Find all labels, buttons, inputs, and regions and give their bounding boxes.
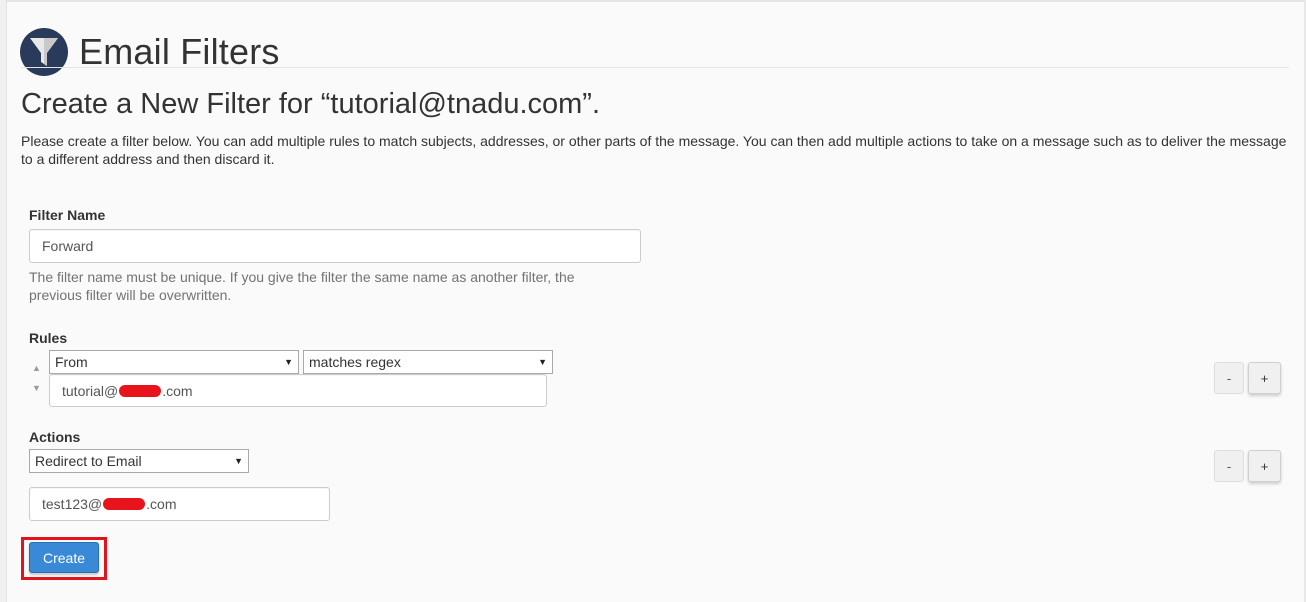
top-border [0,0,1306,2]
action-type-value: Redirect to Email [35,453,142,469]
header-divider [21,67,1289,68]
remove-rule-button[interactable]: - [1214,362,1244,394]
funnel-icon [20,28,68,77]
rules-label: Rules [29,330,68,346]
minus-icon: - [1226,370,1232,386]
left-sidebar-edge [0,0,7,602]
action-type-select[interactable]: Redirect to Email ▼ [29,449,249,473]
page-title: Email Filters [79,31,280,73]
rule-value-prefix: tutorial@ [62,382,119,399]
add-action-button[interactable]: + [1248,450,1281,482]
filter-name-help: The filter name must be unique. If you g… [29,269,575,303]
action-value-suffix: .com [146,496,177,512]
triangle-up-icon[interactable]: ▲ [32,363,41,373]
filter-name-value: Forward [42,238,94,254]
action-value-input[interactable]: test123@ .com [29,487,330,521]
action-value-prefix: test123@ [42,496,103,512]
add-rule-button[interactable]: + [1248,362,1281,394]
create-button-label: Create [42,549,86,566]
triangle-down-icon[interactable]: ▼ [32,383,41,393]
rule-part-select[interactable]: From ▼ [49,350,299,374]
minus-icon: - [1226,458,1232,474]
actions-label: Actions [29,429,81,445]
remove-action-button[interactable]: - [1214,450,1244,482]
rule-match-select[interactable]: matches regex ▼ [303,350,553,374]
rule-value-input[interactable]: tutorial@ .com [49,374,547,407]
rule-value-suffix: .com [162,382,193,399]
chevron-down-icon: ▼ [284,357,293,367]
create-button[interactable]: Create [29,542,99,573]
filter-name-input[interactable]: Forward [29,229,641,263]
page-header: Email Filters [20,10,280,94]
rule-match-value: matches regex [309,354,401,370]
plus-icon: + [1260,370,1269,386]
redaction-mark [119,384,162,397]
chevron-down-icon: ▼ [538,357,547,367]
filter-name-label: Filter Name [29,207,106,223]
rule-part-value: From [55,354,88,370]
plus-icon: + [1260,458,1269,474]
redaction-mark [103,498,146,510]
form-title: Create a New Filter for “tutorial@tnadu.… [21,88,601,120]
chevron-down-icon: ▼ [234,456,243,466]
form-description: Please create a filter below. You can ad… [21,133,1287,167]
